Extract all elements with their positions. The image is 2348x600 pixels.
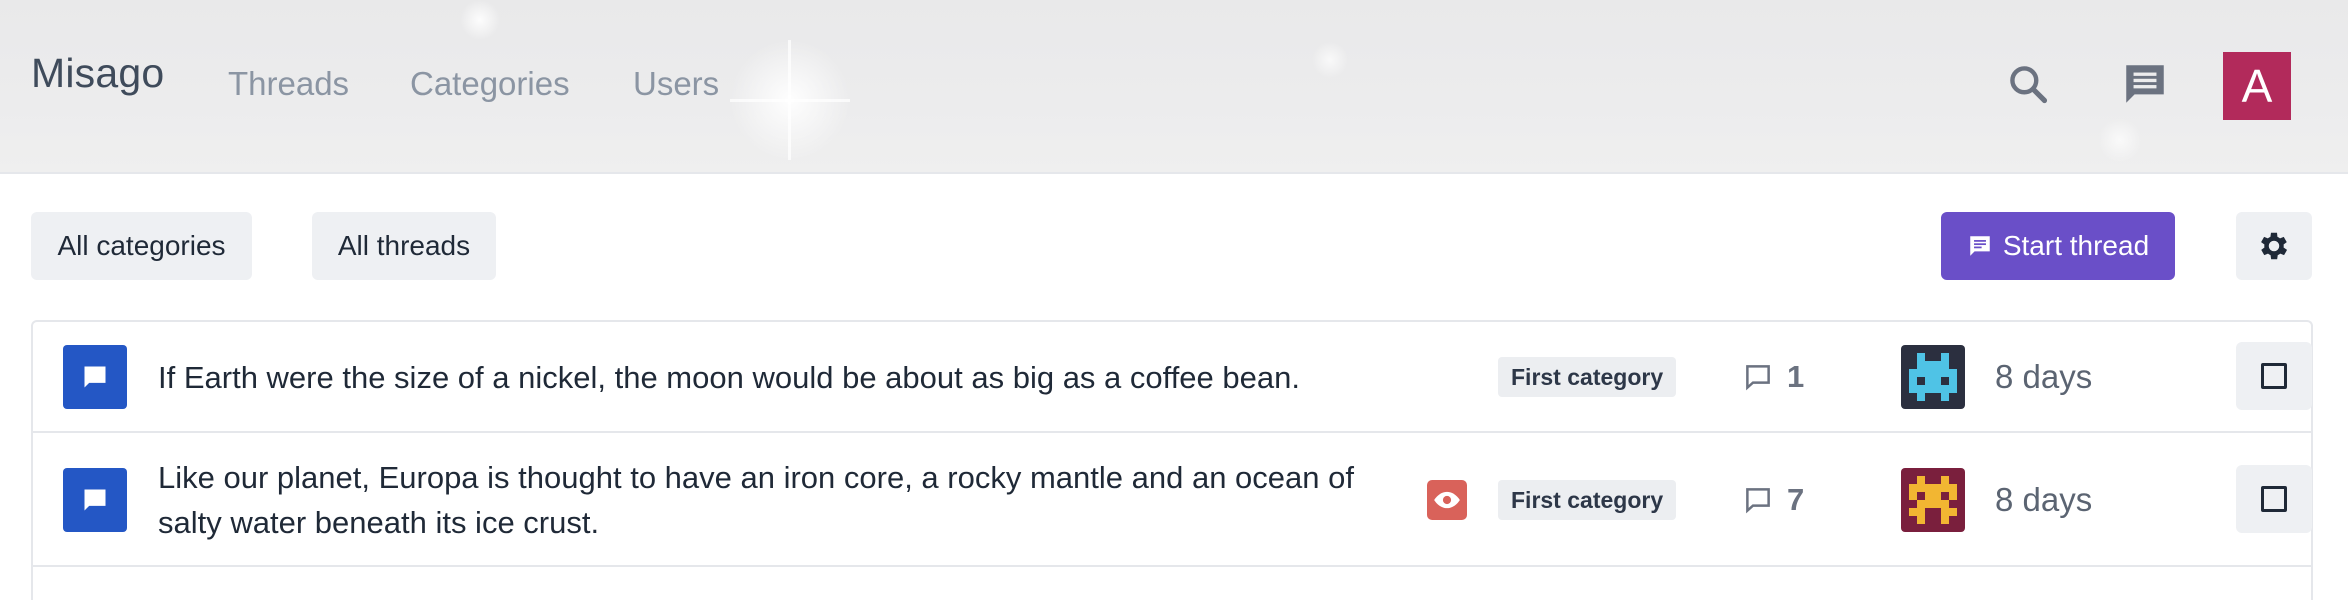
thread-row[interactable]: Like our planet, Europa is thought to ha… bbox=[33, 433, 2312, 567]
comment-icon bbox=[1746, 365, 1770, 391]
thread-icon bbox=[63, 468, 127, 532]
thread-list: If Earth were the size of a nickel, the … bbox=[31, 320, 2313, 600]
user-avatar[interactable]: A bbox=[2223, 52, 2291, 120]
thread-row[interactable]: If Earth were the size of a nickel, the … bbox=[33, 322, 2312, 433]
thread-title[interactable]: If Earth were the size of a nickel, the … bbox=[158, 355, 1408, 400]
search-icon bbox=[2010, 66, 2048, 104]
chat-bubble-icon bbox=[84, 489, 106, 511]
start-thread-label: Start thread bbox=[2002, 230, 2150, 261]
space-invader-blue-avatar bbox=[1901, 345, 1965, 409]
replies-count: 7 bbox=[1743, 480, 1804, 520]
select-thread-checkbox[interactable] bbox=[2236, 465, 2312, 533]
poster-avatar[interactable] bbox=[1901, 468, 1965, 532]
watching-badge bbox=[1427, 480, 1467, 520]
gear-icon bbox=[2261, 232, 2288, 260]
checkbox-box bbox=[2261, 486, 2287, 512]
space-invader-yellow-avatar bbox=[1901, 468, 1965, 532]
replies-value: 7 bbox=[1787, 482, 1805, 517]
messages-button[interactable] bbox=[2113, 52, 2177, 116]
replies-count: 1 bbox=[1743, 357, 1804, 397]
start-thread-button[interactable]: Start thread bbox=[1941, 212, 2175, 280]
chat-bubble-icon bbox=[1970, 236, 1990, 256]
thread-title[interactable]: Like our planet, Europa is thought to ha… bbox=[158, 455, 1408, 545]
settings-button[interactable] bbox=[2236, 212, 2312, 280]
search-button[interactable] bbox=[1996, 52, 2060, 116]
checkbox-box bbox=[2261, 363, 2287, 389]
last-activity[interactable]: 8 days bbox=[1995, 481, 2092, 519]
select-thread-checkbox[interactable] bbox=[2236, 342, 2312, 410]
navbar: Misago Threads Categories Users A bbox=[0, 0, 2348, 174]
category-badge[interactable]: First category bbox=[1498, 480, 1677, 520]
all-threads-button[interactable]: All threads bbox=[312, 212, 496, 280]
nav-link-users[interactable]: Users bbox=[633, 65, 719, 103]
chat-bubble-icon bbox=[2126, 65, 2164, 103]
poster-avatar[interactable] bbox=[1901, 345, 1965, 409]
star-decoration bbox=[730, 99, 850, 102]
all-categories-button[interactable]: All categories bbox=[31, 212, 252, 280]
chat-bubble-icon bbox=[84, 366, 106, 388]
eye-icon bbox=[1434, 491, 1460, 509]
replies-value: 1 bbox=[1787, 359, 1805, 394]
nav-link-categories[interactable]: Categories bbox=[410, 65, 570, 103]
last-activity[interactable]: 8 days bbox=[1995, 358, 2092, 396]
thread-icon bbox=[63, 345, 127, 409]
brand-logo[interactable]: Misago bbox=[31, 50, 164, 97]
comment-icon bbox=[1746, 488, 1770, 514]
nav-link-threads[interactable]: Threads bbox=[228, 65, 349, 103]
category-badge[interactable]: First category bbox=[1498, 357, 1677, 397]
